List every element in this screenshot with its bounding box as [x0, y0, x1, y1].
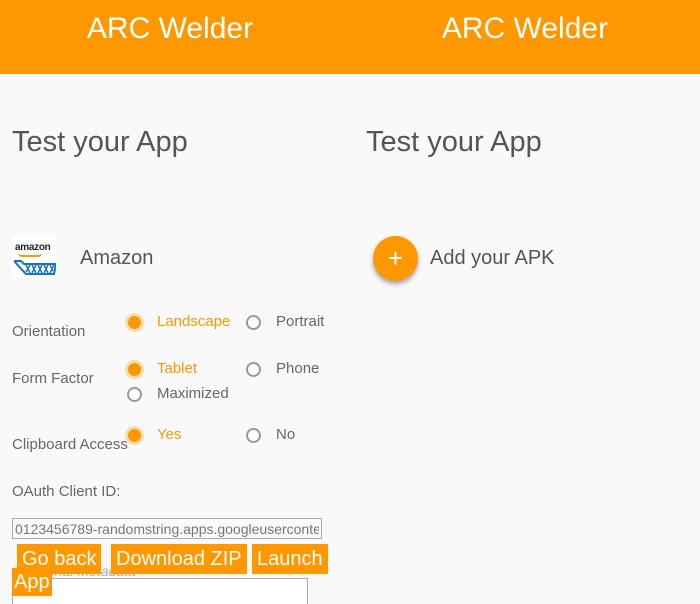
- radio-clipboard-yes-label[interactable]: Yes: [157, 426, 181, 443]
- orientation-label: Orientation: [12, 323, 86, 340]
- radio-phone-label[interactable]: Phone: [276, 360, 319, 377]
- radio-clipboard-yes[interactable]: [128, 429, 141, 442]
- metadata-textarea[interactable]: [12, 578, 308, 604]
- header-title-right: ARC Welder: [441, 12, 609, 45]
- header-title-left: ARC Welder: [86, 12, 254, 45]
- right-panel-title: Test your App: [366, 126, 542, 158]
- plus-icon: +: [387, 243, 404, 273]
- oauth-label: OAuth Client ID:: [12, 483, 121, 500]
- radio-clipboard-no-label[interactable]: No: [276, 426, 295, 443]
- add-apk-label[interactable]: Add your APK: [430, 247, 555, 270]
- radio-tablet[interactable]: [128, 363, 141, 376]
- amazon-app-icon: amazon: [12, 236, 56, 278]
- app-name: Amazon: [80, 247, 154, 269]
- radio-landscape-label[interactable]: Landscape: [157, 313, 230, 330]
- radio-maximized[interactable]: [127, 387, 142, 402]
- radio-portrait-label[interactable]: Portrait: [276, 313, 324, 330]
- radio-maximized-label[interactable]: Maximized: [157, 385, 229, 402]
- cart-icon: [14, 260, 56, 275]
- radio-clipboard-no[interactable]: [246, 428, 261, 443]
- radio-portrait[interactable]: [246, 315, 261, 330]
- clipboard-label: Clipboard Access: [12, 436, 128, 453]
- amazon-smile-icon: [18, 253, 42, 257]
- left-panel-title: Test your App: [12, 126, 188, 158]
- radio-phone[interactable]: [246, 362, 261, 377]
- download-zip-button[interactable]: Download ZIP: [111, 544, 247, 574]
- oauth-client-id-input[interactable]: [12, 518, 322, 539]
- radio-tablet-label[interactable]: Tablet: [157, 360, 197, 377]
- app-header: ARC Welder ARC Welder: [0, 0, 700, 74]
- launch-app-button[interactable]: Launch: [252, 544, 328, 574]
- form-factor-label: Form Factor: [12, 370, 94, 387]
- radio-landscape[interactable]: [128, 316, 141, 329]
- amazon-logo-text: amazon: [15, 242, 51, 253]
- launch-app-button-wrap[interactable]: App: [12, 568, 52, 596]
- add-apk-button[interactable]: +: [373, 236, 418, 281]
